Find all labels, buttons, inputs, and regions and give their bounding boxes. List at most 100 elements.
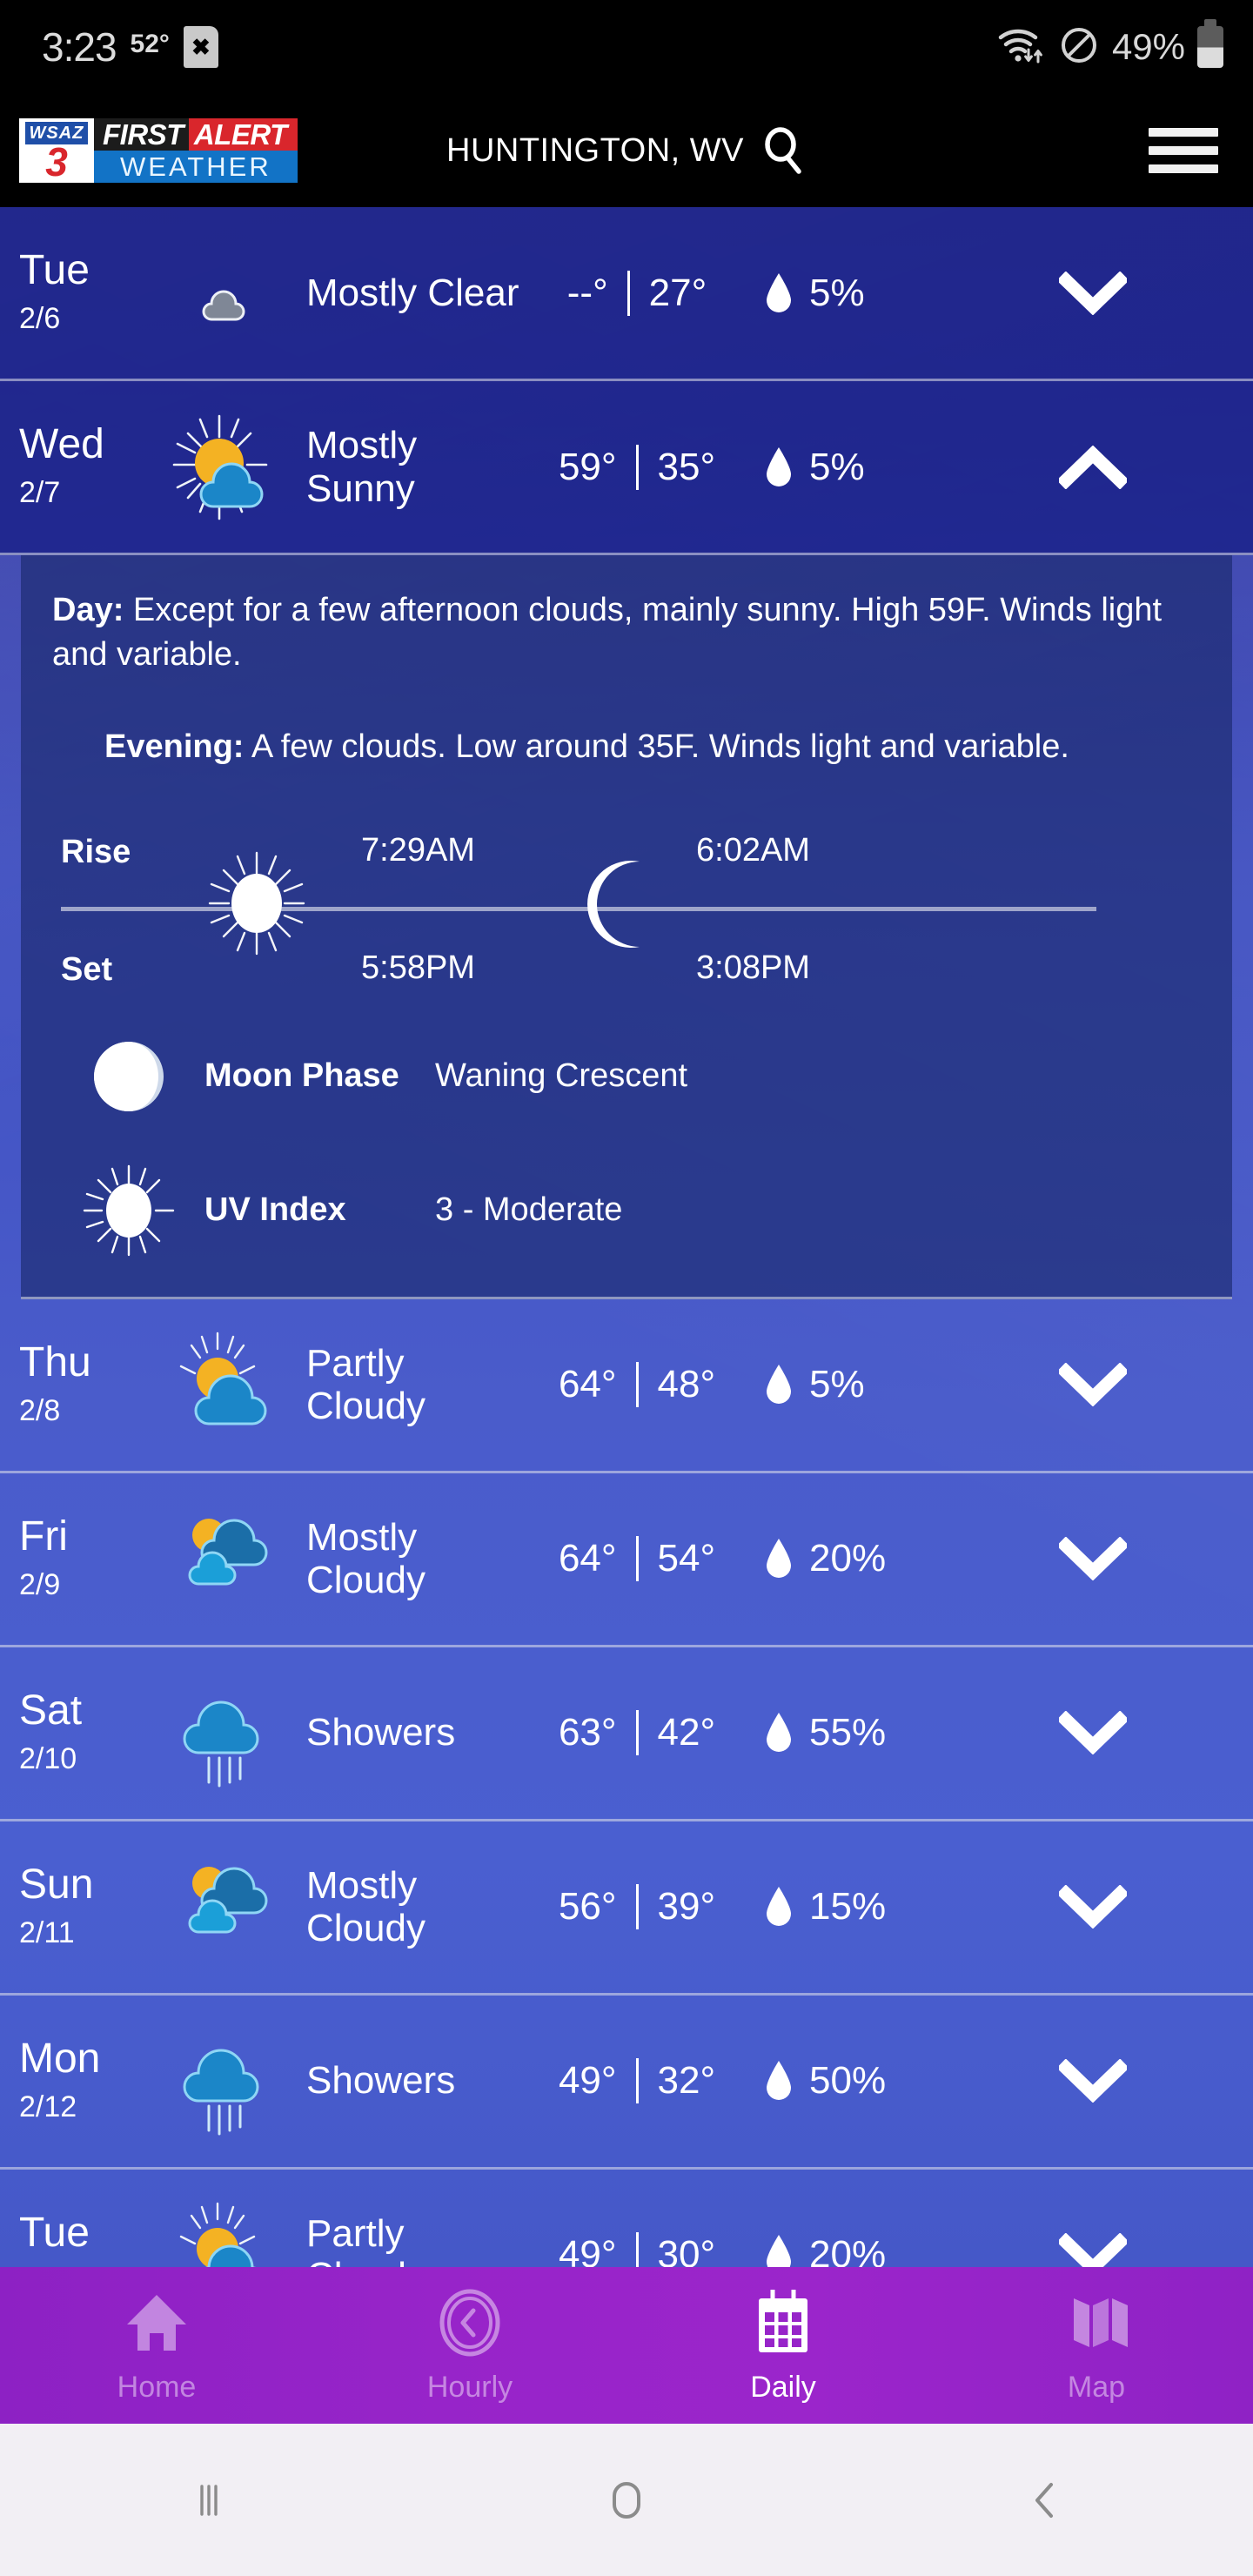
- temp-divider: [635, 2058, 639, 2104]
- day-forecast-label: Day:: [52, 592, 124, 628]
- sim-card-error-icon: ✖: [183, 26, 218, 68]
- chevron-down-icon[interactable]: [959, 1711, 1253, 1755]
- home-circle-icon[interactable]: [418, 2473, 835, 2527]
- app-root: 3:23 52° ✖ 49% WSAZ 3 FIRST ALERT WEATHE…: [0, 0, 1253, 2576]
- system-navigation-bar[interactable]: [0, 2424, 1253, 2576]
- low-temp: 35°: [657, 445, 716, 488]
- forecast-day: Tue 2/6: [19, 250, 150, 336]
- temp-divider: [635, 2232, 639, 2267]
- search-icon[interactable]: [760, 125, 807, 176]
- precipitation: 20%: [741, 2233, 959, 2267]
- logo-weather-word: WEATHER: [94, 151, 298, 183]
- uv-index-value: 3 - Moderate: [435, 1191, 623, 1229]
- status-bar: 3:23 52° ✖ 49%: [0, 0, 1253, 94]
- forecast-row-thu[interactable]: Thu 2/8 Partly Cloudy 64° 48° 5%: [0, 1299, 1253, 1473]
- nav-label-map: Map: [1067, 2371, 1126, 2404]
- wifi-icon: [997, 25, 1046, 70]
- status-bar-left: 3:23 52° ✖: [42, 23, 218, 70]
- forecast-detail-panel: Day: Except for a few afternoon clouds, …: [21, 555, 1232, 1299]
- temperature-range: 56° 39°: [533, 1884, 741, 1930]
- precip-chance: 50%: [809, 2059, 887, 2103]
- sun-behind-cloud-icon: [150, 1328, 298, 1441]
- condition-text: Mostly Cloudy: [306, 1863, 425, 1950]
- status-clock: 3:23: [42, 24, 117, 70]
- precipitation: 5%: [741, 446, 959, 489]
- evening-forecast-paragraph: Evening: A few clouds. Low around 35F. W…: [52, 725, 1201, 769]
- chevron-down-icon[interactable]: [959, 2059, 1253, 2103]
- precipitation: 5%: [741, 1363, 959, 1406]
- forecast-row-tue[interactable]: Tue 2/6 Mostly Clear --° 27° 5%: [0, 207, 1253, 381]
- forecast-row-wed[interactable]: Wed 2/7 Mostly Sunny 59° 35° 5%: [0, 381, 1253, 555]
- evening-forecast-label: Evening:: [104, 728, 245, 766]
- day-date: 2/9: [19, 1567, 61, 1601]
- day-forecast-paragraph: Day: Except for a few afternoon clouds, …: [52, 588, 1201, 676]
- battery-percent: 49%: [1111, 26, 1185, 67]
- set-label: Set: [61, 950, 113, 988]
- rise-label: Rise: [61, 833, 131, 870]
- forecast-row-tue-next[interactable]: Tue 2/13 Partly Cloudy 49°: [0, 2170, 1253, 2267]
- daily-forecast-list[interactable]: Tue 2/6 Mostly Clear --° 27° 5% Wed 2/7 …: [0, 207, 1253, 2267]
- sunrise-time: 7:29AM: [361, 831, 475, 869]
- uv-sun-icon: [52, 1163, 204, 1258]
- water-drop-icon: [767, 272, 791, 312]
- sun-cloud-icon: [150, 411, 298, 524]
- condition-text: Partly Cloudy: [306, 1341, 425, 1428]
- condition-text: Mostly Cloudy: [306, 1515, 425, 1602]
- low-temp: 39°: [657, 1885, 716, 1929]
- forecast-row-mon[interactable]: Mon 2/12 Showers 49° 32° 50%: [0, 1996, 1253, 2170]
- temp-divider: [626, 270, 630, 316]
- day-name: Thu: [19, 1338, 91, 1385]
- precip-chance: 5%: [809, 445, 865, 488]
- back-chevron-icon[interactable]: [835, 2474, 1253, 2526]
- day-date: 2/6: [19, 302, 61, 335]
- chevron-down-icon[interactable]: [959, 271, 1253, 315]
- rain-cloud-icon: [150, 2024, 298, 2137]
- forecast-day: Fri 2/9: [19, 1513, 150, 1602]
- low-temp: 27°: [648, 271, 707, 314]
- condition-text: Showers: [306, 2059, 456, 2103]
- day-date: 2/7: [19, 476, 61, 509]
- uv-index-label: UV Index: [204, 1191, 346, 1229]
- nav-tab-daily[interactable]: Daily: [626, 2267, 940, 2424]
- precipitation: 50%: [741, 2059, 959, 2103]
- hamburger-menu-icon[interactable]: [1149, 128, 1218, 173]
- day-date: 2/10: [19, 1741, 77, 1775]
- water-drop-icon: [767, 1539, 791, 1579]
- sun-behind-cloud-icon: [150, 2198, 298, 2267]
- recents-icon[interactable]: [0, 2474, 418, 2526]
- chevron-down-icon[interactable]: [959, 1885, 1253, 1929]
- precip-chance: 5%: [809, 271, 865, 314]
- forecast-row-fri[interactable]: Fri 2/9 Mostly Cloudy 64° 54° 20%: [0, 1473, 1253, 1647]
- logo-first-word: FIRST: [94, 118, 189, 151]
- nav-tab-home[interactable]: Home: [0, 2267, 313, 2424]
- precip-chance: 15%: [809, 1885, 887, 1929]
- sunset-time: 5:58PM: [361, 949, 475, 986]
- day-name: Fri: [19, 1513, 68, 1560]
- forecast-day: Mon 2/12: [19, 2037, 150, 2124]
- high-temp: 49°: [558, 2233, 617, 2267]
- precip-chance: 55%: [809, 1711, 887, 1754]
- precip-chance: 20%: [809, 2233, 887, 2267]
- forecast-row-sat[interactable]: Sat 2/10 Showers 63° 42° 55%: [0, 1647, 1253, 1821]
- temp-divider: [635, 1536, 639, 1582]
- app-header: WSAZ 3 FIRST ALERT WEATHER HUNTINGTON, W…: [0, 94, 1253, 207]
- chevron-down-icon[interactable]: [959, 1537, 1253, 1581]
- nav-label-hourly: Hourly: [426, 2371, 513, 2404]
- water-drop-icon: [767, 2061, 791, 2101]
- do-not-disturb-icon: [1058, 24, 1100, 70]
- moon-phase-value: Waning Crescent: [435, 1057, 688, 1095]
- sun-moon-rise-set: Rise Set 7:29AM 5:58PM 6:02AM 3:08PM: [52, 825, 1201, 990]
- logo-alert-word: ALERT: [188, 118, 298, 151]
- forecast-row-sun[interactable]: Sun 2/11 Mostly Cloudy 56° 39° 15%: [0, 1821, 1253, 1996]
- low-temp: 42°: [657, 1711, 716, 1754]
- day-name: Sat: [19, 1687, 83, 1734]
- temperature-range: --° 27°: [533, 270, 741, 316]
- nav-tab-map[interactable]: Map: [940, 2267, 1253, 2424]
- temperature-range: 64° 54°: [533, 1536, 741, 1582]
- chevron-up-icon[interactable]: [959, 445, 1253, 489]
- chevron-down-icon[interactable]: [959, 2233, 1253, 2267]
- high-temp: 59°: [558, 445, 617, 488]
- chevron-down-icon[interactable]: [959, 1363, 1253, 1407]
- nav-tab-hourly[interactable]: Hourly: [313, 2267, 626, 2424]
- bottom-navigation[interactable]: Home Hourly Daily Map: [0, 2267, 1253, 2424]
